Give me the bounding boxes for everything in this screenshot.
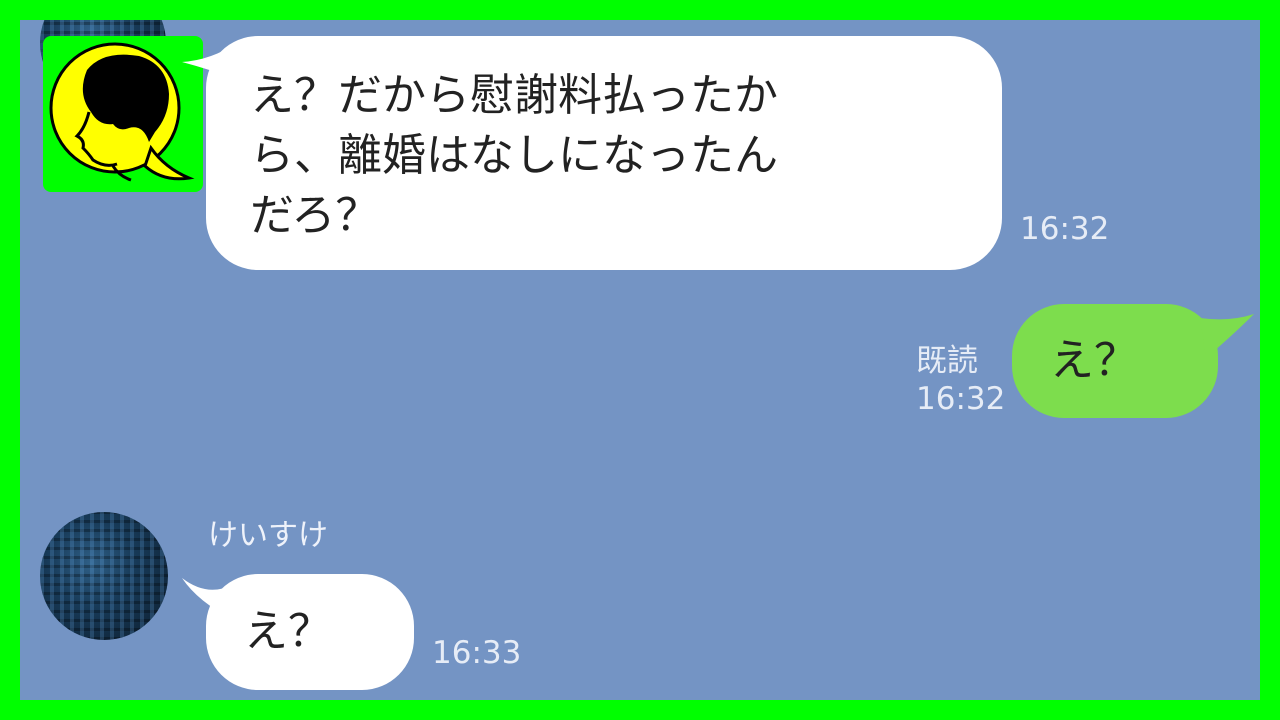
person-silhouette-icon (49, 42, 195, 182)
chat-view: え？だから慰謝料払ったか ら、離婚はなしになったん だろ？ 16:32 既読 1… (20, 20, 1260, 700)
sender-avatar[interactable] (43, 36, 203, 192)
sender-name: けいすけ (208, 518, 328, 553)
message-text: え？ (244, 606, 332, 657)
message-bubble-incoming[interactable]: え？ (206, 574, 414, 690)
read-receipt: 既読 (916, 343, 978, 379)
message-text-line: ら、離婚はなしになったん (250, 130, 778, 181)
contact-avatar[interactable] (40, 512, 168, 640)
message-bubble-outgoing[interactable]: え？ (1012, 304, 1218, 418)
message-text-line: だろ？ (250, 190, 380, 241)
message-text: え？ (1050, 335, 1138, 386)
message-bubble-incoming[interactable]: え？だから慰謝料払ったか ら、離婚はなしになったん だろ？ (206, 36, 1002, 270)
message-timestamp: 16:32 (1020, 211, 1110, 247)
message-text-line: え？だから慰謝料払ったか (250, 70, 778, 121)
message-timestamp: 16:32 (916, 381, 1006, 417)
bubble-tail-right (1200, 314, 1254, 358)
avatar-photo-texture (40, 512, 168, 640)
message-timestamp: 16:33 (432, 635, 522, 671)
